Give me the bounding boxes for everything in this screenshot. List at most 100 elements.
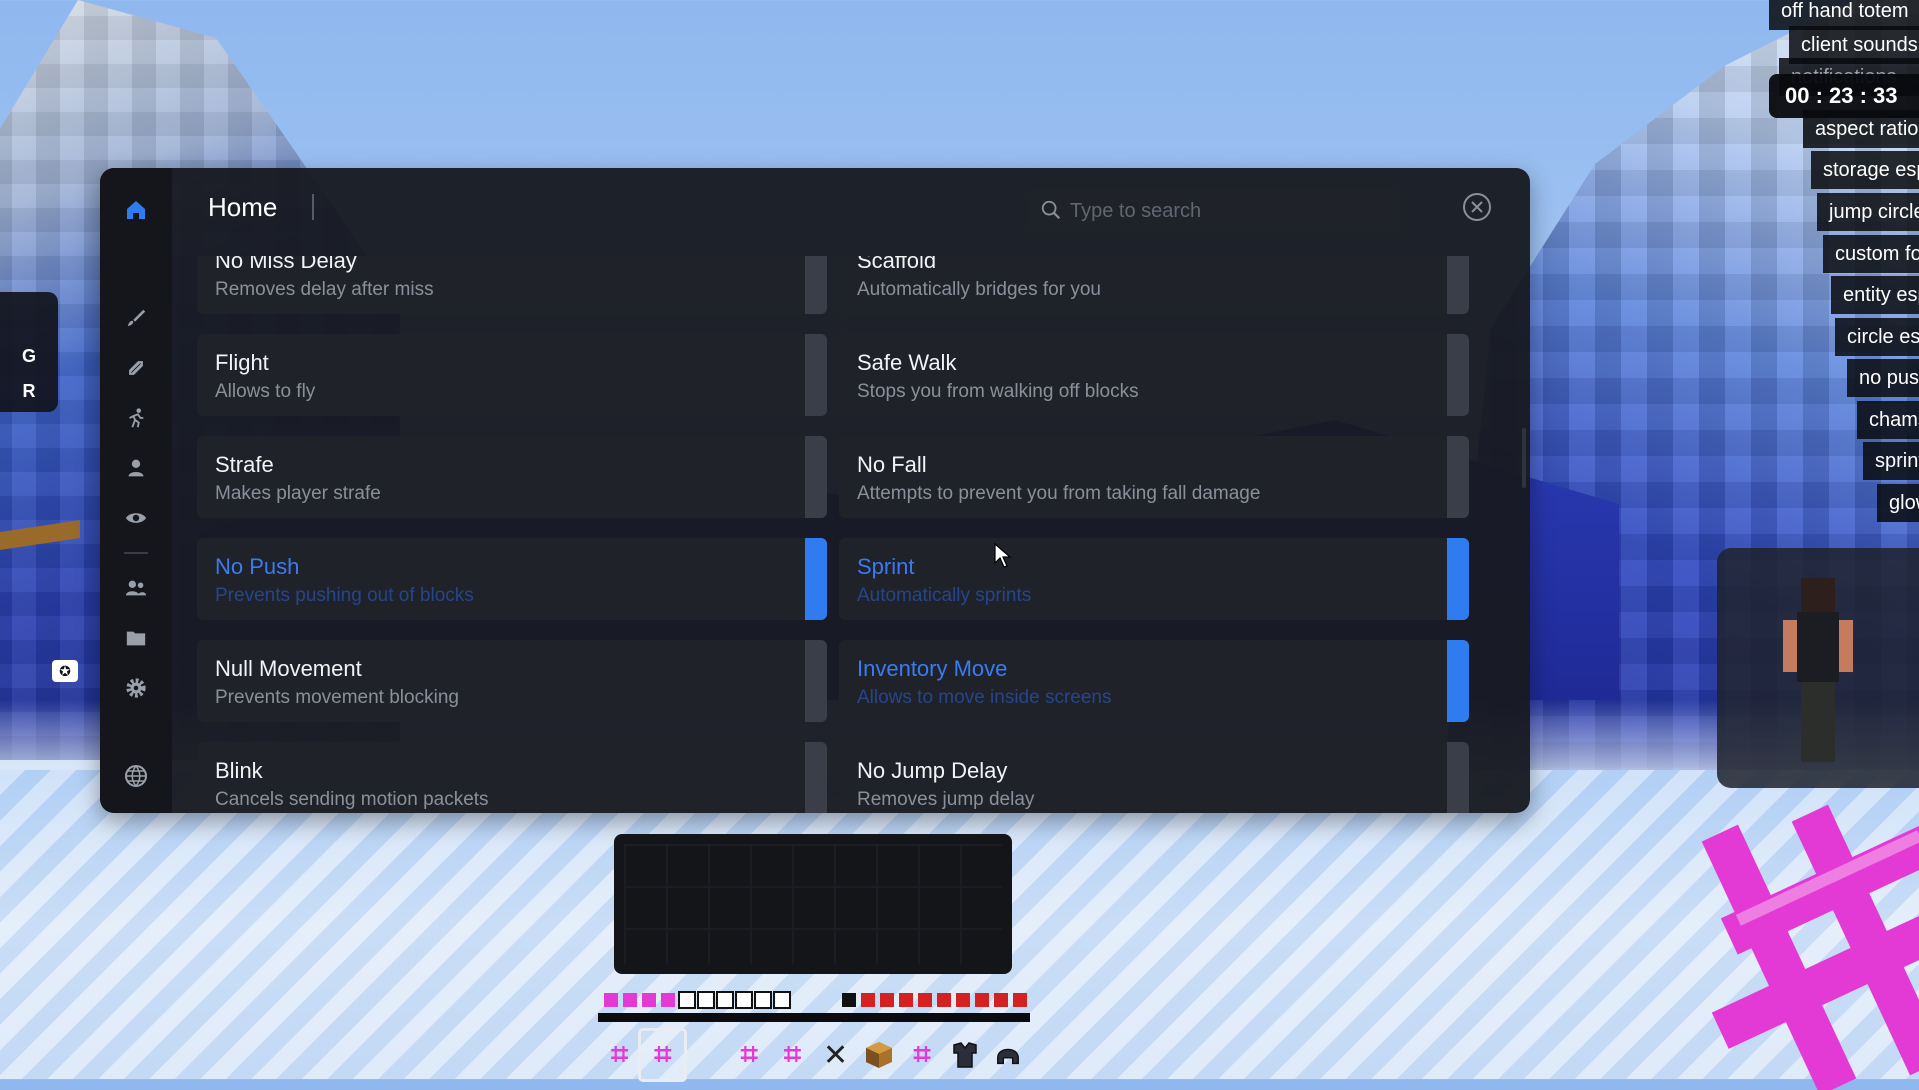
module-list-item: entity esp bbox=[1831, 276, 1919, 314]
hotbar-slot-9[interactable] bbox=[944, 1031, 987, 1079]
sword-icon[interactable]: ✕ bbox=[814, 1031, 857, 1079]
module-list-item: sprint bbox=[1863, 442, 1919, 480]
module-name: No Push bbox=[215, 554, 300, 579]
module-list-item: storage esp bbox=[1811, 151, 1919, 189]
module-card-inventory-move[interactable]: Inventory Move Allows to move inside scr… bbox=[839, 640, 1469, 722]
module-toggle[interactable] bbox=[805, 334, 827, 416]
module-toggle[interactable] bbox=[1447, 538, 1469, 620]
render-icon[interactable] bbox=[120, 502, 152, 534]
page-title: Home bbox=[208, 192, 278, 222]
search-icon bbox=[1041, 200, 1061, 220]
hotbar-slot-7[interactable] bbox=[857, 1031, 900, 1079]
storage-preview bbox=[614, 834, 1012, 974]
hotbar-slot-10[interactable] bbox=[987, 1031, 1030, 1079]
module-card-blink[interactable]: Blink Cancels sending motion packets bbox=[197, 742, 827, 813]
module-description: Allows to fly bbox=[215, 381, 316, 402]
module-card-no-fall[interactable]: No Fall Attempts to prevent you from tak… bbox=[839, 436, 1469, 518]
module-card-no-miss-delay[interactable]: No Miss Delay Removes delay after miss bbox=[197, 256, 827, 314]
module-toggle[interactable] bbox=[805, 742, 827, 813]
hotbar-slot-8[interactable]: ⌗ bbox=[900, 1031, 943, 1079]
module-card-strafe[interactable]: Strafe Makes player strafe bbox=[197, 436, 827, 518]
hotbar: ⌗ ⌗ ⌗ ⌗ ✕ ⌗ bbox=[598, 1028, 1030, 1082]
hotbar-slot-5[interactable]: ⌗ bbox=[771, 1031, 814, 1079]
module-toggle[interactable] bbox=[1447, 742, 1469, 813]
session-timer: 00 : 23 : 33 bbox=[1769, 74, 1919, 118]
module-name: Null Movement bbox=[215, 656, 362, 681]
module-description: Cancels sending motion packets bbox=[215, 789, 489, 810]
module-name: No Jump Delay bbox=[857, 758, 1008, 783]
health-bar bbox=[842, 993, 1027, 1007]
movement-icon[interactable] bbox=[120, 402, 152, 434]
module-card-no-jump-delay[interactable]: No Jump Delay Removes jump delay bbox=[839, 742, 1469, 813]
experience-bar bbox=[598, 1013, 1030, 1022]
helmet-icon bbox=[997, 1048, 1020, 1065]
module-grid: No Miss Delay Removes delay after miss F… bbox=[197, 256, 1482, 813]
search-input[interactable] bbox=[1068, 188, 1392, 234]
module-name: Flight bbox=[215, 350, 269, 375]
module-description: Automatically bridges for you bbox=[857, 279, 1101, 300]
wood-block-icon bbox=[865, 1042, 892, 1068]
module-list-item: custom fov bbox=[1823, 235, 1919, 273]
module-name: No Fall bbox=[857, 452, 927, 477]
sidebar-divider bbox=[124, 552, 148, 554]
module-card-flight[interactable]: Flight Allows to fly bbox=[197, 334, 827, 416]
client-logo-icon: ✪ bbox=[52, 660, 78, 682]
hotbar-slot-1[interactable]: ⌗ bbox=[598, 1031, 641, 1079]
category-sidebar bbox=[100, 168, 172, 813]
module-description: Prevents movement blocking bbox=[215, 687, 459, 708]
module-description: Attempts to prevent you from taking fall… bbox=[857, 483, 1261, 504]
player-preview-panel bbox=[1717, 548, 1919, 788]
module-toggle[interactable] bbox=[805, 538, 827, 620]
player-model bbox=[1783, 578, 1853, 768]
scrollbar[interactable] bbox=[1522, 428, 1526, 488]
settings-icon[interactable] bbox=[120, 672, 152, 704]
module-card-safe-walk[interactable]: Safe Walk Stops you from walking off blo… bbox=[839, 334, 1469, 416]
brush-icon[interactable] bbox=[120, 302, 152, 334]
module-card-null-movement[interactable]: Null Movement Prevents movement blocking bbox=[197, 640, 827, 722]
module-name: Blink bbox=[215, 758, 263, 783]
module-toggle[interactable] bbox=[805, 640, 827, 722]
module-description: Stops you from walking off blocks bbox=[857, 381, 1139, 402]
module-toggle[interactable] bbox=[805, 436, 827, 518]
module-list-item: jump circles bbox=[1817, 193, 1919, 231]
combat-icon[interactable] bbox=[120, 352, 152, 384]
key-r: R bbox=[22, 381, 36, 401]
hotbar-slot-2[interactable]: ⌗ bbox=[638, 1028, 688, 1082]
module-list-item: chams bbox=[1857, 401, 1919, 439]
module-description: Removes delay after miss bbox=[215, 279, 434, 300]
module-list-item: circle esp bbox=[1835, 318, 1919, 356]
module-toggle[interactable] bbox=[1447, 334, 1469, 416]
module-name: Scaffold bbox=[857, 256, 937, 273]
module-list-item: no push bbox=[1847, 359, 1919, 397]
folder-icon[interactable] bbox=[120, 622, 152, 654]
module-card-sprint[interactable]: Sprint Automatically sprints bbox=[839, 538, 1469, 620]
player-icon[interactable] bbox=[120, 452, 152, 484]
module-description: Removes jump delay bbox=[857, 789, 1035, 810]
pink-block-decoration bbox=[1701, 804, 1919, 1090]
close-icon[interactable] bbox=[1462, 192, 1492, 222]
search-box[interactable] bbox=[1030, 188, 1400, 234]
module-description: Allows to move inside screens bbox=[857, 687, 1112, 708]
module-name: Inventory Move bbox=[857, 656, 1008, 681]
hotbar-slot-3[interactable] bbox=[684, 1031, 727, 1079]
module-description: Makes player strafe bbox=[215, 483, 381, 504]
chestplate-icon bbox=[953, 1042, 977, 1068]
module-toggle[interactable] bbox=[805, 256, 827, 314]
armor-bar bbox=[604, 991, 791, 1009]
hotbar-slot-4[interactable]: ⌗ bbox=[728, 1031, 771, 1079]
client-menu: Home No Miss Delay Removes delay after m… bbox=[100, 168, 1530, 813]
module-card-scaffold[interactable]: Scaffold Automatically bridges for you bbox=[839, 256, 1469, 314]
module-toggle[interactable] bbox=[1447, 256, 1469, 314]
module-name: Safe Walk bbox=[857, 350, 957, 375]
module-toggle[interactable] bbox=[1447, 436, 1469, 518]
module-name: Strafe bbox=[215, 452, 274, 477]
module-card-no-push[interactable]: No Push Prevents pushing out of blocks bbox=[197, 538, 827, 620]
friends-icon[interactable] bbox=[120, 572, 152, 604]
globe-icon[interactable] bbox=[120, 760, 152, 792]
module-name: Sprint bbox=[857, 554, 915, 579]
home-icon[interactable] bbox=[120, 194, 152, 226]
module-toggle[interactable] bbox=[1447, 640, 1469, 722]
title-divider bbox=[312, 194, 314, 220]
module-description: Prevents pushing out of blocks bbox=[215, 585, 474, 606]
module-list-item: glow bbox=[1877, 484, 1919, 522]
